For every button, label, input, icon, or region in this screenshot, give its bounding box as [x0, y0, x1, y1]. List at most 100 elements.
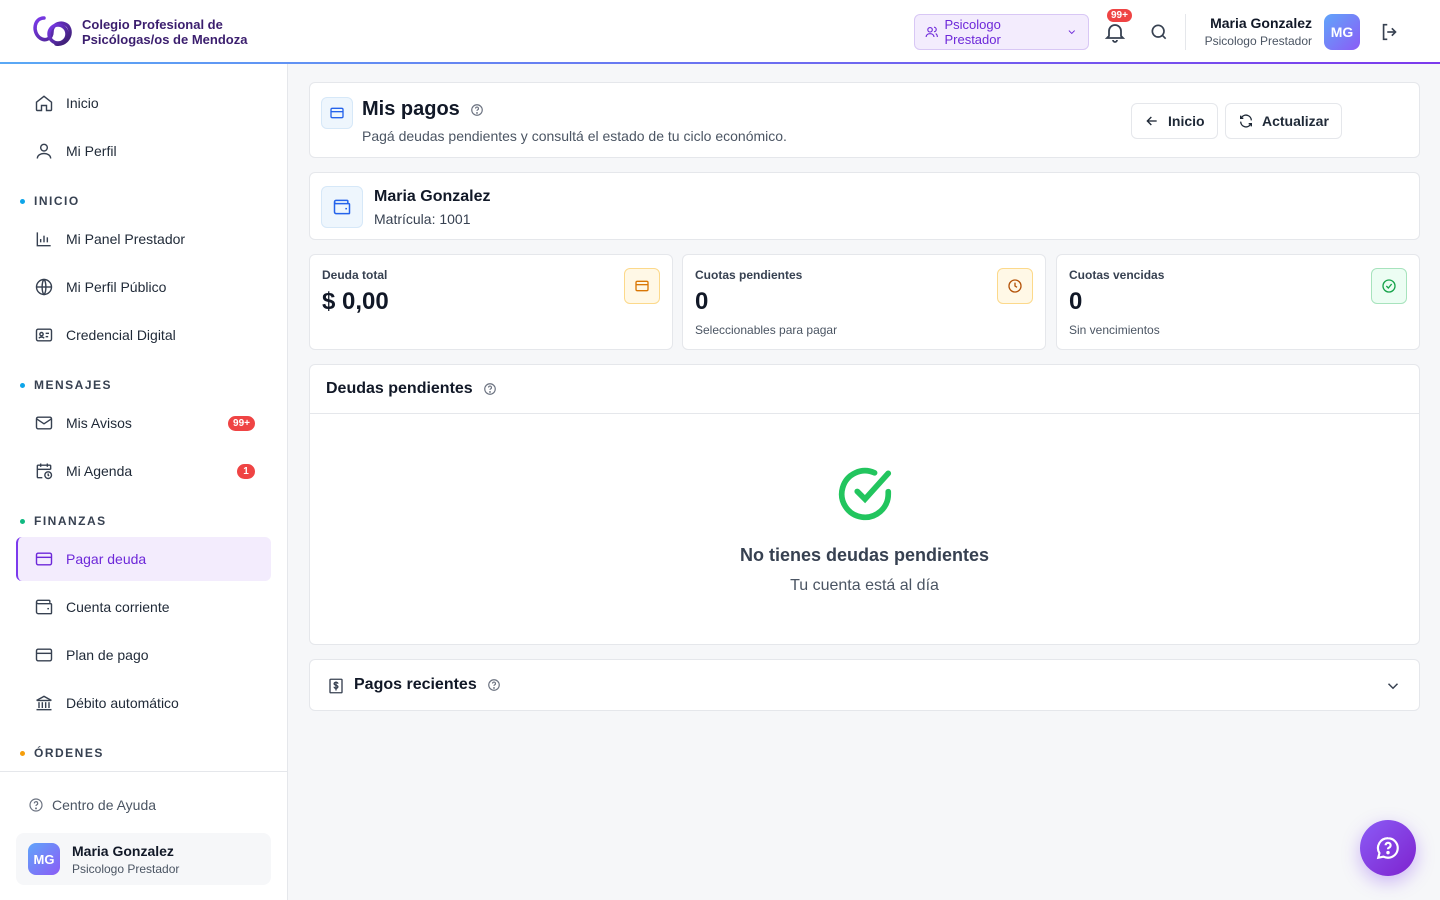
bell-icon[interactable]	[1103, 20, 1127, 44]
sidebar-item-label: Plan de pago	[66, 647, 149, 663]
sidebar-item-debito-automatico[interactable]: Débito automático	[16, 681, 271, 725]
help-circle-icon[interactable]	[470, 103, 484, 117]
page-icon-box	[321, 97, 353, 129]
header-user-role: Psicologo Prestador	[1204, 34, 1312, 48]
org-name: Colegio Profesional de Psicólogas/os de …	[82, 17, 247, 47]
section-label-text: MENSAJES	[34, 378, 113, 392]
notifications-badge: 99+	[1107, 9, 1132, 22]
header-user-info[interactable]: Maria Gonzalez Psicologo Prestador	[1205, 15, 1312, 48]
sidebar-user-role: Psicologo Prestador	[72, 861, 180, 876]
stat-icon-box	[624, 268, 660, 304]
section-label-mensajes: MENSAJES	[20, 378, 112, 392]
sidebar-user-card[interactable]: MG Maria Gonzalez Psicologo Prestador	[16, 833, 271, 885]
stat-card-deuda-total: Deuda total $ 0,00	[309, 254, 673, 350]
sidebar-item-label: Mi Perfil Público	[66, 279, 167, 295]
help-circle-icon[interactable]	[483, 382, 497, 396]
page-title: Mis pagos	[362, 98, 484, 121]
home-button[interactable]: Inicio	[1131, 103, 1218, 139]
sidebar-item-label: Credencial Digital	[66, 327, 176, 343]
stat-value: 0	[1069, 288, 1083, 315]
pending-debts-card: Deudas pendientes No tienes deudas pendi…	[309, 364, 1420, 645]
globe-icon	[35, 278, 53, 296]
logo[interactable]: Colegio Profesional de Psicólogas/os de …	[30, 12, 247, 52]
section-label-inicio: INICIO	[20, 194, 80, 208]
chat-help-icon	[1376, 837, 1399, 860]
sidebar-item-label: Mi Panel Prestador	[66, 231, 186, 247]
logout-icon[interactable]	[1379, 21, 1401, 43]
stat-label: Cuotas pendientes	[695, 268, 803, 282]
help-circle-icon[interactable]	[487, 678, 501, 692]
section-label-text: INICIO	[34, 194, 80, 208]
section-dot	[20, 750, 25, 756]
user-icon	[36, 143, 52, 159]
sidebar-item-label: Pagar deuda	[66, 551, 147, 567]
section-dot	[20, 382, 25, 388]
empty-state-title: No tienes deudas pendientes	[739, 545, 990, 565]
avisos-badge: 99+	[228, 415, 255, 431]
top-header: Colegio Profesional de Psicólogas/os de …	[0, 0, 1440, 64]
recent-payments-card[interactable]: Pagos recientes	[309, 659, 1420, 711]
logo-mark-icon	[33, 16, 72, 46]
credit-card-icon	[635, 280, 649, 292]
id-card-icon	[35, 328, 53, 342]
account-card: Maria Gonzalez Matrícula: 1001	[309, 172, 1420, 240]
sidebar-item-mi-panel-prestador[interactable]: Mi Panel Prestador	[16, 217, 271, 261]
sidebar-item-credencial-digital[interactable]: Credencial Digital	[16, 313, 271, 357]
check-circle-icon	[1382, 279, 1396, 293]
sidebar-item-mi-agenda[interactable]: Mi Agenda 1	[16, 449, 271, 493]
role-selector-label: Psicologo Prestador	[944, 17, 1001, 47]
sidebar-item-label: Débito automático	[66, 695, 179, 711]
section-label-ordenes: ÓRDENES	[20, 746, 104, 760]
role-selector[interactable]: Psicologo Prestador	[914, 14, 1089, 50]
sidebar: Inicio Mi Perfil INICIO Mi Panel Prestad…	[0, 64, 288, 900]
wallet-icon	[35, 599, 53, 615]
page-subtitle: Pagá deudas pendientes y consultá el est…	[362, 128, 787, 144]
sidebar-item-pagar-deuda[interactable]: Pagar deuda	[16, 537, 271, 581]
sidebar-item-inicio[interactable]: Inicio	[16, 81, 271, 125]
account-name: Maria Gonzalez	[374, 188, 491, 205]
chevron-down-icon[interactable]	[1384, 677, 1402, 695]
stat-icon-box	[997, 268, 1033, 304]
account-registration: Matrícula: 1001	[374, 211, 471, 227]
stat-value: $ 0,00	[322, 288, 389, 315]
help-center-label: Centro de Ayuda	[52, 797, 157, 813]
credit-card-icon	[35, 648, 53, 662]
stat-card-cuotas-pendientes: Cuotas pendientes 0 Seleccionables para …	[682, 254, 1046, 350]
section-dot	[20, 518, 25, 524]
help-center-link[interactable]: Centro de Ayuda	[28, 797, 156, 813]
recent-payments-title-text: Pagos recientes	[354, 676, 477, 693]
sidebar-item-cuenta-corriente[interactable]: Cuenta corriente	[16, 585, 271, 629]
calendar-clock-icon	[36, 463, 53, 480]
refresh-button-label: Actualizar	[1262, 113, 1329, 129]
stat-label: Deuda total	[322, 268, 388, 282]
sidebar-user-name: Maria Gonzalez	[72, 842, 174, 859]
bar-chart-icon	[36, 232, 51, 247]
receipt-dollar-icon	[329, 678, 343, 694]
sidebar-item-mi-perfil[interactable]: Mi Perfil	[16, 129, 271, 173]
stat-note: Seleccionables para pagar	[695, 323, 838, 337]
section-label-finanzas: FINANZAS	[20, 514, 107, 528]
stat-label: Cuotas vencidas	[1069, 268, 1165, 282]
sidebar-footer: Centro de Ayuda MG Maria Gonzalez Psicol…	[0, 771, 287, 900]
bank-icon	[36, 695, 52, 711]
pending-debts-title-text: Deudas pendientes	[326, 380, 473, 397]
page-header-card: Mis pagos Pagá deudas pendientes y consu…	[309, 82, 1420, 158]
divider	[310, 413, 1419, 414]
refresh-button[interactable]: Actualizar	[1225, 103, 1342, 139]
avatar: MG	[28, 843, 60, 875]
org-name-line1: Colegio Profesional de	[82, 17, 223, 32]
agenda-badge: 1	[237, 463, 255, 479]
arrow-left-icon	[1146, 116, 1157, 126]
chevron-down-icon	[1068, 30, 1076, 35]
help-chat-button[interactable]	[1360, 820, 1416, 876]
home-button-label: Inicio	[1168, 113, 1205, 129]
avatar[interactable]: MG	[1324, 14, 1360, 50]
help-circle-icon	[29, 798, 43, 812]
search-icon[interactable]	[1149, 22, 1169, 42]
sidebar-item-mis-avisos[interactable]: Mis Avisos 99+	[16, 401, 271, 445]
sidebar-item-mi-perfil-publico[interactable]: Mi Perfil Público	[16, 265, 271, 309]
check-circle-icon	[838, 467, 892, 521]
sidebar-item-label: Mi Perfil	[66, 143, 117, 159]
sidebar-item-plan-de-pago[interactable]: Plan de pago	[16, 633, 271, 677]
mail-icon	[35, 416, 53, 430]
